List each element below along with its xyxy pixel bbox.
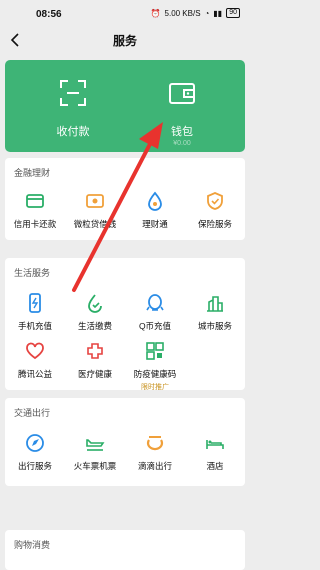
loan-icon [86, 194, 104, 208]
wealth-icon [148, 191, 162, 211]
grid-label: 防疫健康码 [133, 369, 177, 379]
grid-label: 滴滴出行 [137, 461, 172, 471]
section-title: 交通出行 [14, 408, 51, 418]
hotel-button[interactable]: 酒店 [185, 432, 245, 472]
grid-label: 理财通 [142, 219, 168, 229]
section-transport: 交通出行 出行服务 火车票机票 滴滴出行 酒店 [5, 398, 245, 486]
grid-label: Q币充值 [138, 321, 172, 331]
wallet-button[interactable]: 钱包 ¥0.00 [132, 78, 232, 147]
qcoin-button[interactable]: Q币充值 [125, 292, 185, 332]
travel-icon [26, 434, 44, 452]
wifi-icon: ◔ [204, 8, 210, 18]
health-code-button[interactable]: 防疫健康码 限时推广 [125, 340, 185, 392]
section-title: 生活服务 [14, 268, 51, 278]
grid-label: 生活缴费 [77, 321, 112, 331]
health-code-icon [146, 342, 164, 360]
grid-label: 酒店 [206, 461, 224, 471]
medical-icon [87, 343, 103, 359]
charity-button[interactable]: 腾讯公益 [5, 340, 65, 380]
phone-recharge-button[interactable]: 手机充值 [5, 292, 65, 332]
charity-icon [26, 342, 44, 360]
section-title: 金融理财 [14, 168, 51, 178]
utility-icon [88, 294, 102, 313]
loan-button[interactable]: 微粒贷借钱 [65, 190, 125, 230]
grid-label: 信用卡还款 [13, 219, 57, 229]
promo-badge: 限时推广 [141, 384, 169, 391]
phone-recharge-icon [29, 293, 41, 313]
status-icons: ⏰ 5.00 KB/S ◔ ▮▮ 90 [151, 8, 240, 18]
nav-bar: 服务 [0, 28, 250, 54]
status-time: 08:56 [36, 9, 62, 20]
grid-label: 火车票机票 [73, 461, 117, 471]
status-bar: 08:56 ⏰ 5.00 KB/S ◔ ▮▮ 90 [0, 0, 250, 28]
wealth-button[interactable]: 理财通 [125, 190, 185, 230]
insurance-icon [207, 192, 223, 210]
medical-button[interactable]: 医疗健康 [65, 340, 125, 380]
wallet-balance: ¥0.00 [173, 140, 191, 147]
wallet-label: 钱包 [171, 126, 193, 138]
train-flight-button[interactable]: 火车票机票 [65, 432, 125, 472]
grid-label: 手机充值 [17, 321, 52, 331]
credit-card-repay-button[interactable]: 信用卡还款 [5, 190, 65, 230]
pay-receive-button[interactable]: 收付款 [23, 78, 123, 139]
pay-receive-label: 收付款 [56, 126, 90, 138]
utility-button[interactable]: 生活缴费 [65, 292, 125, 332]
section-finance: 金融理财 信用卡还款 微粒贷借钱 理财通 保险服务 [5, 158, 245, 240]
section-life: 生活服务 手机充值 生活缴费 Q币充值 城市服务 腾讯公益 医疗健康 防疫健康码… [5, 258, 245, 392]
alarm-icon: ⏰ [150, 8, 161, 18]
signal-icon: ▮▮ [213, 8, 223, 18]
grid-label: 医疗健康 [77, 369, 112, 379]
page-title: 服务 [112, 34, 137, 48]
section-shopping: 购物消费 [5, 530, 245, 570]
city-services-button[interactable]: 城市服务 [185, 292, 245, 332]
section-title: 购物消费 [14, 540, 51, 550]
network-speed: 5.00 KB/S [164, 8, 201, 18]
city-icon [207, 296, 223, 312]
grid-label: 微粒贷借钱 [73, 219, 117, 229]
grid-label: 出行服务 [17, 461, 52, 471]
insurance-button[interactable]: 保险服务 [185, 190, 245, 230]
grid-label: 腾讯公益 [17, 369, 52, 379]
qq-icon [146, 294, 164, 311]
credit-card-icon [26, 194, 44, 208]
didi-button[interactable]: 滴滴出行 [125, 432, 185, 472]
scan-qr-icon [60, 80, 86, 106]
battery-icon: 90 [226, 8, 240, 18]
grid-label: 保险服务 [197, 219, 232, 229]
travel-services-button[interactable]: 出行服务 [5, 432, 65, 472]
didi-icon [146, 436, 164, 451]
hotel-icon [206, 440, 224, 449]
wallet-icon [169, 83, 195, 104]
train-icon [86, 439, 105, 451]
wallet-card: 收付款 钱包 ¥0.00 [5, 60, 245, 152]
grid-label: 城市服务 [197, 321, 232, 331]
